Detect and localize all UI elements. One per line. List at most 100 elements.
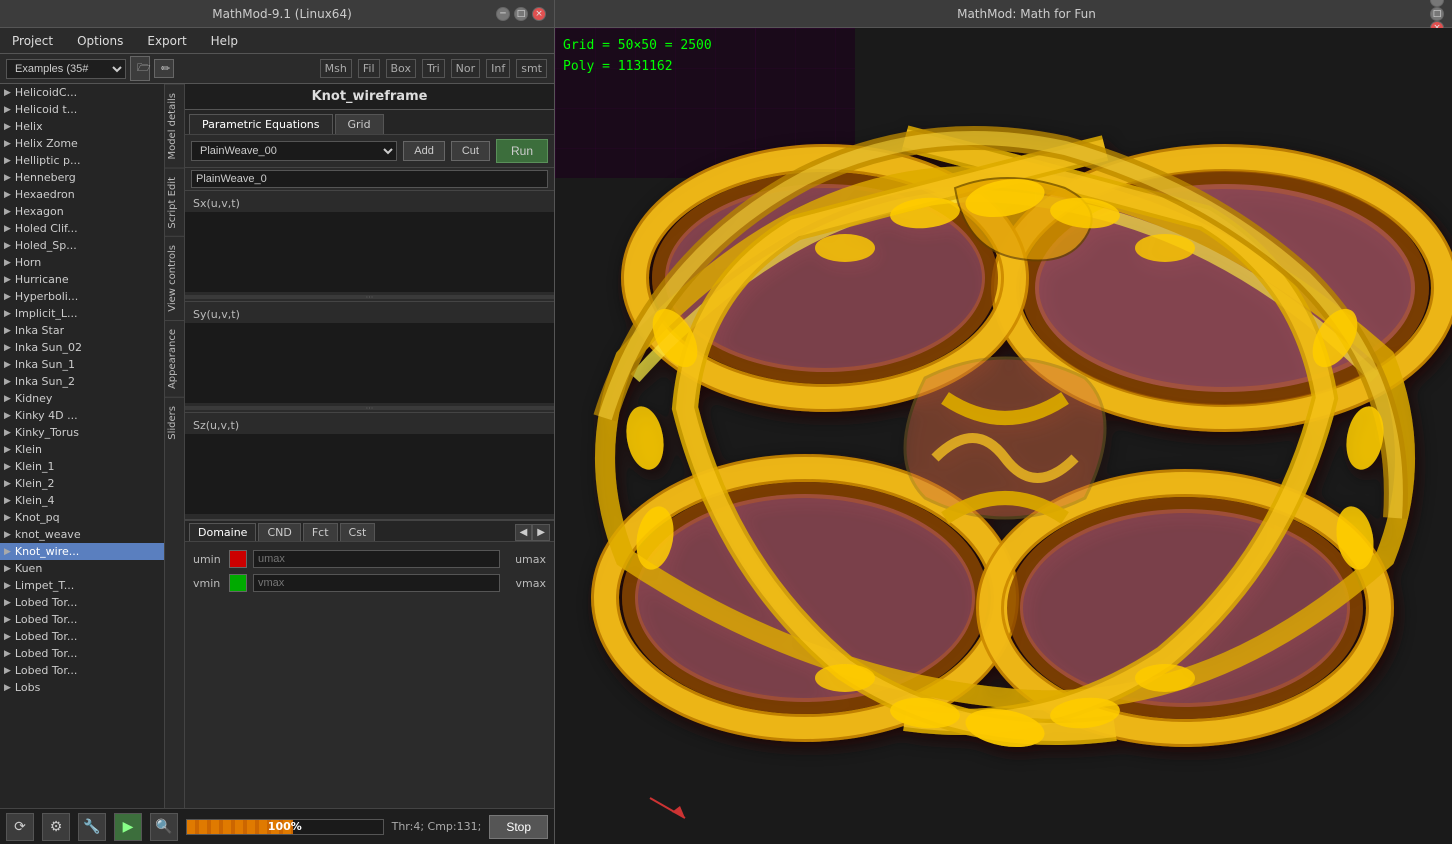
list-item[interactable]: ▶Kinky_Torus bbox=[0, 424, 164, 441]
equation-select[interactable]: PlainWeave_00 bbox=[191, 141, 397, 161]
list-item[interactable]: ▶Holed_Sp... bbox=[0, 237, 164, 254]
progress-bar: 100% bbox=[186, 819, 384, 835]
cut-button[interactable]: Cut bbox=[451, 141, 490, 161]
vmin-color-btn[interactable] bbox=[229, 574, 247, 592]
sx-label: Sx(u,v,t) bbox=[185, 193, 554, 212]
editor-title: Knot_wireframe bbox=[185, 84, 554, 110]
stop-button[interactable]: Stop bbox=[489, 815, 548, 839]
list-panel[interactable]: ▶HelicoidC... ▶Helicoid t... ▶Helix ▶Hel… bbox=[0, 84, 165, 808]
add-button[interactable]: Add bbox=[403, 141, 445, 161]
list-item[interactable]: ▶Inka Sun_1 bbox=[0, 356, 164, 373]
sx-block: Sx(u,v,t) bbox=[185, 191, 554, 302]
btn-inf[interactable]: Inf bbox=[486, 59, 510, 78]
list-item[interactable]: ▶Knot_pq bbox=[0, 509, 164, 526]
list-item[interactable]: ▶Lobed Tor... bbox=[0, 645, 164, 662]
tab-cst[interactable]: Cst bbox=[340, 523, 376, 541]
browse-button[interactable]: 🗁 bbox=[130, 56, 150, 81]
sy-textarea[interactable] bbox=[185, 323, 554, 403]
run-button[interactable]: Run bbox=[496, 139, 548, 163]
tab-parametric-equations[interactable]: Parametric Equations bbox=[189, 114, 333, 134]
sy-resize-handle[interactable] bbox=[185, 406, 554, 410]
tab-domaine[interactable]: Domaine bbox=[189, 523, 256, 541]
umax-input[interactable] bbox=[253, 550, 500, 568]
umin-color-btn[interactable] bbox=[229, 550, 247, 568]
list-item[interactable]: ▶Klein_1 bbox=[0, 458, 164, 475]
right-minimize[interactable]: ─ bbox=[1430, 0, 1444, 7]
list-item[interactable]: ▶Lobed Tor... bbox=[0, 628, 164, 645]
list-item[interactable]: ▶Kuen bbox=[0, 560, 164, 577]
list-item[interactable]: ▶Henneberg bbox=[0, 169, 164, 186]
btn-box[interactable]: Box bbox=[386, 59, 416, 78]
close-button[interactable]: × bbox=[532, 7, 546, 21]
sz-label: Sz(u,v,t) bbox=[185, 415, 554, 434]
list-item[interactable]: ▶Inka Sun_02 bbox=[0, 339, 164, 356]
tab-cnd[interactable]: CND bbox=[258, 523, 300, 541]
tab-grid[interactable]: Grid bbox=[335, 114, 384, 134]
status-icon-3[interactable]: 🔧 bbox=[78, 813, 106, 841]
side-tab-sliders[interactable]: Sliders bbox=[165, 397, 184, 448]
list-item[interactable]: ▶Klein_4 bbox=[0, 492, 164, 509]
status-icon-5[interactable]: 🔍 bbox=[150, 813, 178, 841]
viewport[interactable]: Grid = 50×50 = 2500 Poly = 1131162 bbox=[555, 28, 1452, 844]
list-item[interactable]: ▶Hurricane bbox=[0, 271, 164, 288]
btn-smt[interactable]: smt bbox=[516, 59, 547, 78]
btn-tri[interactable]: Tri bbox=[422, 59, 445, 78]
list-item[interactable]: ▶Hexagon bbox=[0, 203, 164, 220]
poly-stat: Poly = 1131162 bbox=[563, 57, 712, 78]
minimize-button[interactable]: ─ bbox=[496, 7, 510, 21]
prev-btn[interactable]: ◀ bbox=[515, 524, 533, 541]
right-maximize[interactable]: □ bbox=[1430, 7, 1444, 21]
menu-help[interactable]: Help bbox=[207, 32, 242, 50]
list-item[interactable]: ▶Klein_2 bbox=[0, 475, 164, 492]
btn-msh[interactable]: Msh bbox=[320, 59, 352, 78]
list-item-selected[interactable]: ▶Knot_wire... bbox=[0, 543, 164, 560]
grid-stat: Grid = 50×50 = 2500 bbox=[563, 36, 712, 57]
list-item[interactable]: ▶Implicit_L... bbox=[0, 305, 164, 322]
list-item[interactable]: ▶Lobed Tor... bbox=[0, 594, 164, 611]
next-btn[interactable]: ▶ bbox=[532, 524, 550, 541]
vmax-input[interactable] bbox=[253, 574, 500, 592]
btn-fil[interactable]: Fil bbox=[358, 59, 380, 78]
menu-project[interactable]: Project bbox=[8, 32, 57, 50]
status-icon-4[interactable]: ▶ bbox=[114, 813, 142, 841]
examples-select[interactable]: Examples (35# bbox=[6, 59, 126, 79]
sz-textarea[interactable] bbox=[185, 434, 554, 514]
list-item[interactable]: ▶Lobed Tor... bbox=[0, 662, 164, 679]
btn-nor[interactable]: Nor bbox=[451, 59, 480, 78]
list-item[interactable]: ▶Inka Star bbox=[0, 322, 164, 339]
status-icon-2[interactable]: ⚙ bbox=[42, 813, 70, 841]
list-item[interactable]: ▶Holed Clif... bbox=[0, 220, 164, 237]
eq-row: PlainWeave_00 Add Cut Run bbox=[185, 135, 554, 168]
equation-name-input[interactable] bbox=[191, 170, 548, 188]
list-item[interactable]: ▶Helix Zome bbox=[0, 135, 164, 152]
list-item[interactable]: ▶HelicoidC... bbox=[0, 84, 164, 101]
list-item[interactable]: ▶Klein bbox=[0, 441, 164, 458]
list-item[interactable]: ▶Helix bbox=[0, 118, 164, 135]
side-tab-model-details[interactable]: Model details bbox=[165, 84, 184, 168]
maximize-button[interactable]: □ bbox=[514, 7, 528, 21]
list-item[interactable]: ▶Helicoid t... bbox=[0, 101, 164, 118]
menu-options[interactable]: Options bbox=[73, 32, 127, 50]
list-item[interactable]: ▶Inka Sun_2 bbox=[0, 373, 164, 390]
edit-button[interactable]: ✏ bbox=[154, 59, 174, 78]
list-item[interactable]: ▶Hexaedron bbox=[0, 186, 164, 203]
sx-textarea[interactable] bbox=[185, 212, 554, 292]
list-item[interactable]: ▶Kinky 4D ... bbox=[0, 407, 164, 424]
list-item[interactable]: ▶Lobed Tor... bbox=[0, 611, 164, 628]
menu-export[interactable]: Export bbox=[143, 32, 190, 50]
side-tab-view-controls[interactable]: View controls bbox=[165, 236, 184, 320]
list-item[interactable]: ▶Lobs bbox=[0, 679, 164, 696]
list-item[interactable]: ▶Helliptic p... bbox=[0, 152, 164, 169]
list-item[interactable]: ▶Limpet_T... bbox=[0, 577, 164, 594]
sx-resize-handle[interactable] bbox=[185, 295, 554, 299]
tab-fct[interactable]: Fct bbox=[303, 523, 338, 541]
list-item[interactable]: ▶Kidney bbox=[0, 390, 164, 407]
status-icon-1[interactable]: ⟳ bbox=[6, 813, 34, 841]
side-tab-appearance[interactable]: Appearance bbox=[165, 320, 184, 397]
list-item[interactable]: ▶Hyperboli... bbox=[0, 288, 164, 305]
sy-label: Sy(u,v,t) bbox=[185, 304, 554, 323]
side-tab-script-edit[interactable]: Script Edit bbox=[165, 168, 184, 237]
list-item[interactable]: ▶Horn bbox=[0, 254, 164, 271]
list-item[interactable]: ▶knot_weave bbox=[0, 526, 164, 543]
vmin-row: vmin vmax bbox=[193, 574, 546, 592]
